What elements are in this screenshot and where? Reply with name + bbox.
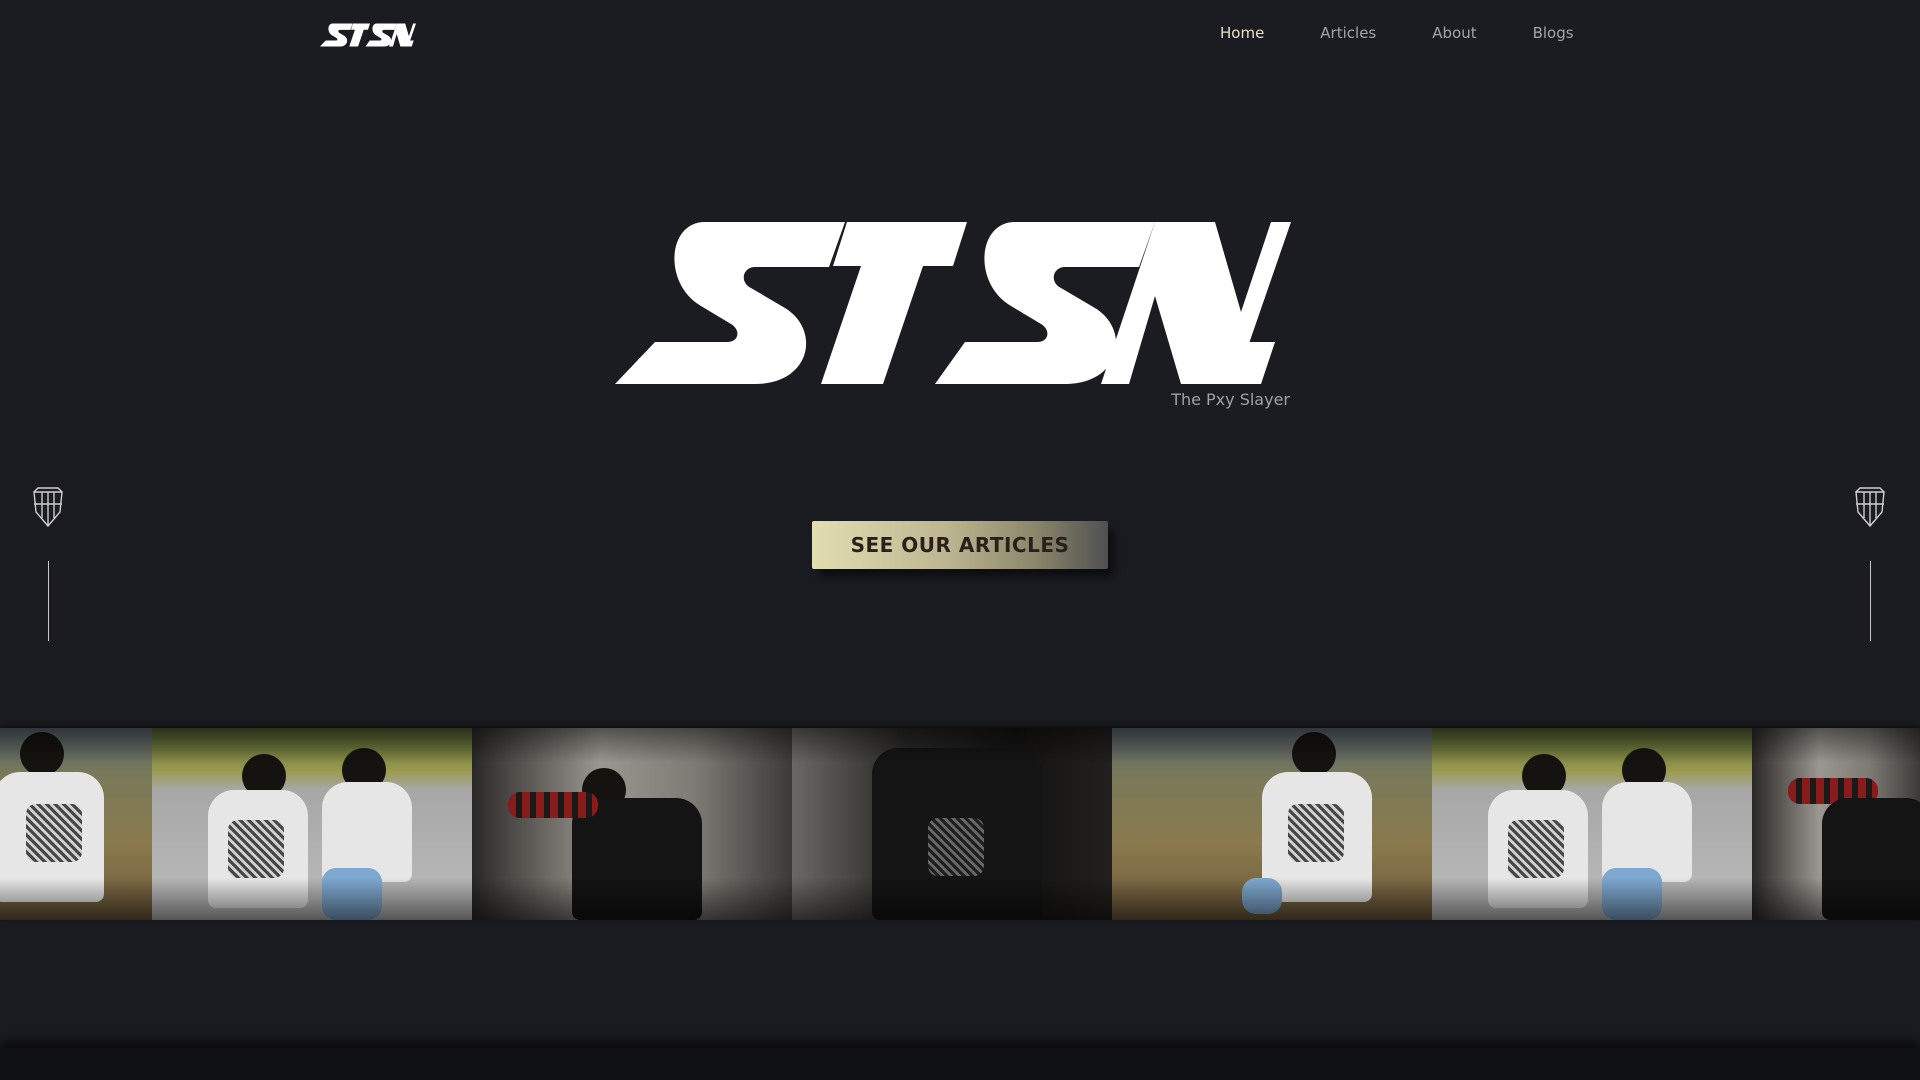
nav-home-link[interactable]: Home — [1220, 24, 1264, 42]
gallery-photo[interactable] — [0, 728, 152, 920]
side-divider-left — [48, 561, 49, 641]
hero-tagline: The Pxy Slayer — [1171, 390, 1290, 409]
photo-gallery-strip[interactable] — [0, 728, 1920, 920]
hero-logo — [615, 222, 1291, 384]
gallery-photo[interactable] — [152, 728, 472, 920]
footer-band — [0, 1048, 1920, 1080]
main-nav: Home Articles About Blogs — [1220, 24, 1630, 42]
stsn-logo-small — [320, 23, 416, 47]
nav-about-link[interactable]: About — [1432, 24, 1476, 42]
gallery-photo[interactable] — [472, 728, 792, 920]
gallery-photo[interactable] — [1432, 728, 1752, 920]
gallery-photo[interactable] — [792, 728, 1112, 920]
gallery-photo[interactable] — [1752, 728, 1920, 920]
nav-articles-link[interactable]: Articles — [1320, 24, 1376, 42]
nav-blogs-link[interactable]: Blogs — [1533, 24, 1574, 42]
shield-emblem-icon — [1852, 484, 1888, 530]
nav-logo[interactable] — [320, 22, 416, 48]
shield-emblem-icon — [30, 484, 66, 530]
gallery-photo[interactable] — [1112, 728, 1432, 920]
side-divider-right — [1870, 561, 1871, 641]
stsn-logo-large — [615, 222, 1291, 384]
see-articles-button[interactable]: SEE OUR ARTICLES — [812, 521, 1108, 569]
